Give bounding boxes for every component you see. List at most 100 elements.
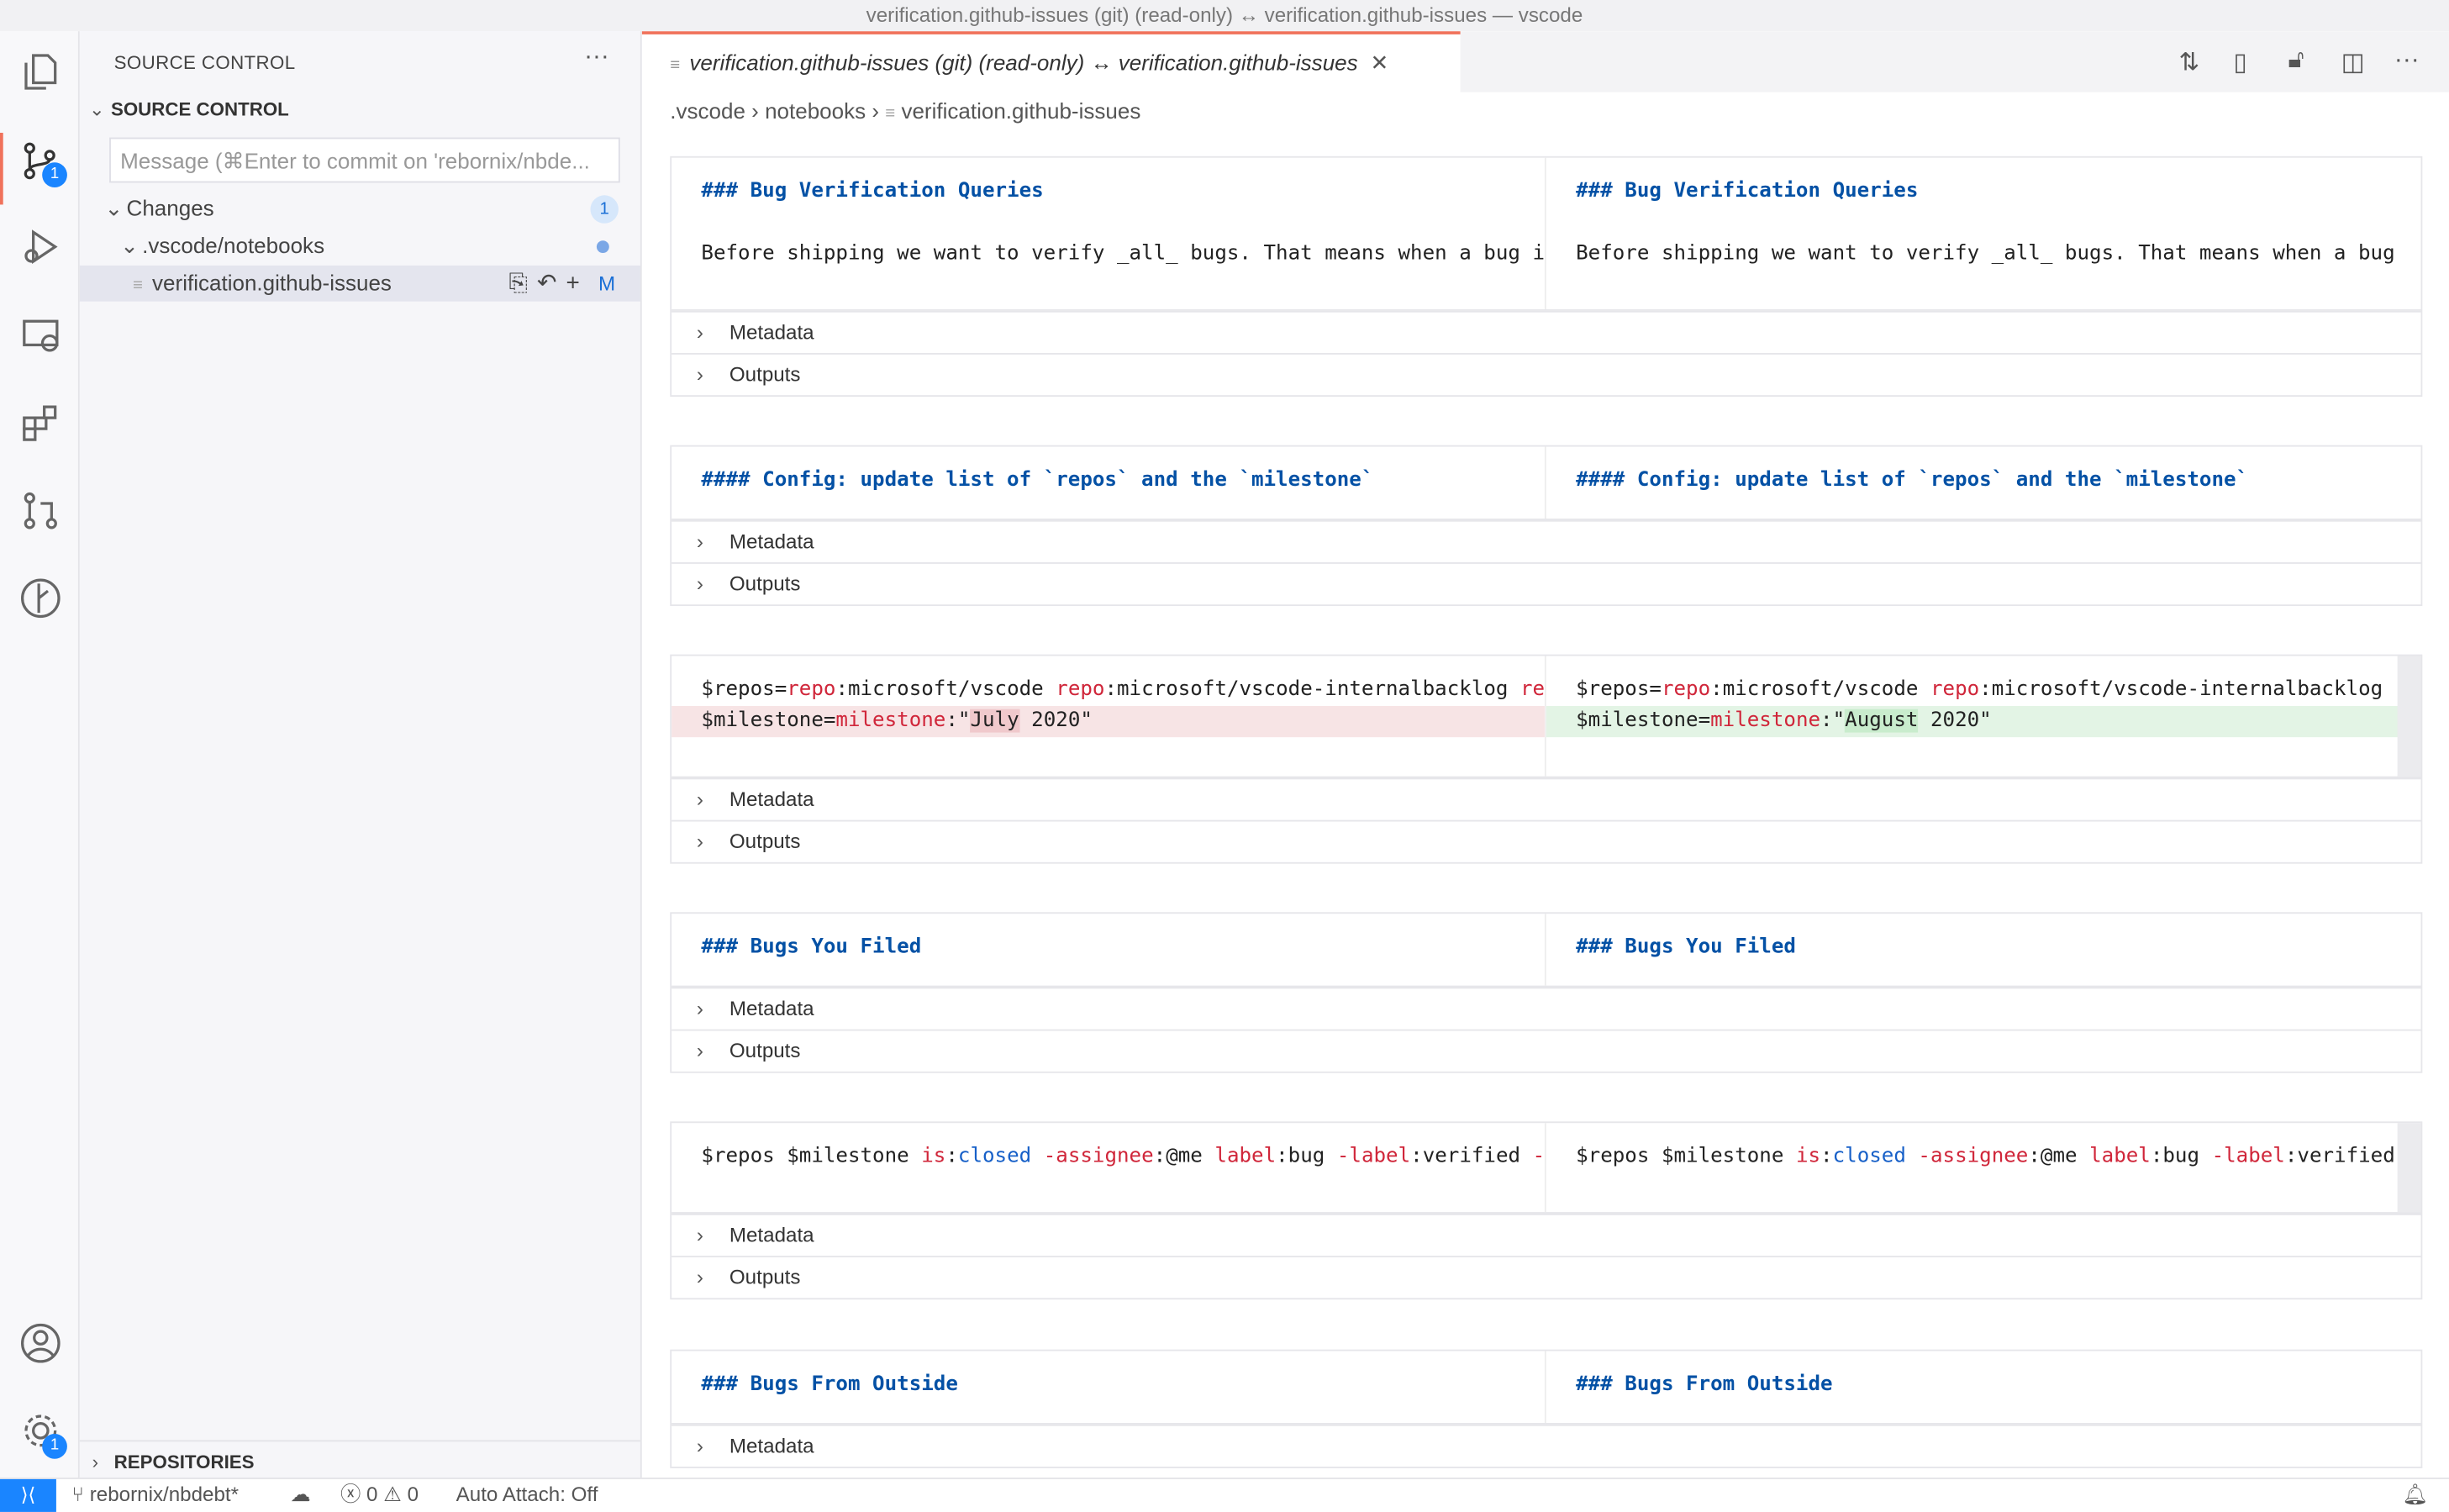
metadata-section[interactable]: › Metadata [672, 987, 2421, 1030]
auto-attach-item[interactable]: Auto Attach: Off [456, 1479, 598, 1510]
run-debug-icon[interactable] [16, 222, 66, 271]
branch-icon: ⑂ [71, 1482, 85, 1506]
diff-cell: ### Bugs From Outside ### Bugs From Outsi… [670, 1349, 2423, 1468]
code-token: milestone [1710, 709, 1821, 733]
code-token: ### Bugs You Filed [701, 935, 922, 960]
file-item[interactable]: ≡ verification.github-issues ⎘ ↶ + M [79, 265, 640, 302]
original-pane[interactable]: ### Bugs You Filed [672, 914, 1546, 986]
open-file-icon[interactable]: ⎘ [508, 266, 527, 302]
fold-label: Outputs [729, 362, 801, 387]
more-actions-icon[interactable]: ··· [2394, 47, 2420, 75]
scrollbar[interactable] [2397, 1123, 2421, 1213]
explorer-icon[interactable] [16, 47, 66, 97]
tab-diff[interactable]: ≡ verification.github-issues (git) (read-… [641, 31, 1461, 92]
original-pane[interactable]: ### Bugs From Outside [672, 1351, 1546, 1424]
open-file-icon[interactable]: ▯ [2234, 47, 2247, 78]
code-token: -assignee [1031, 1145, 1154, 1169]
fold-label: Outputs [729, 1038, 801, 1062]
discard-changes-icon[interactable]: ↶ [537, 266, 556, 302]
code-token: :microsoft/vscode [835, 677, 1056, 702]
diff-cell: ### Bug Verification Queries Before shipp… [670, 155, 2423, 398]
scrollbar[interactable] [2397, 656, 2421, 777]
editor: ≡ verification.github-issues (git) (read-… [641, 31, 2449, 1478]
remote-explorer-icon[interactable] [16, 311, 66, 361]
split-editor-icon[interactable]: ◫ [2341, 47, 2365, 78]
original-pane[interactable]: ### Bug Verification Queries Before shipp… [672, 157, 1546, 309]
source-control-badge: 1 [42, 162, 67, 188]
account-icon[interactable] [16, 1318, 66, 1367]
modified-pane[interactable]: ### Bug Verification Queries Before shipp… [1546, 158, 2401, 309]
outputs-section[interactable]: › Outputs [672, 1029, 2421, 1072]
changes-group[interactable]: ⌄ Changes 1 [80, 191, 640, 227]
repositories-section[interactable]: › REPOSITORIES [79, 1440, 640, 1478]
stage-changes-icon[interactable]: + [566, 266, 579, 302]
chevron-right-icon: › [696, 529, 703, 553]
close-icon[interactable]: ✕ [1371, 50, 1389, 75]
chevron-down-icon: ⌄ [88, 98, 105, 121]
modified-pane[interactable]: $repos=repo:microsoft/vscode repo:micros… [1546, 656, 2401, 777]
section-header[interactable]: ⌄ SOURCE CONTROL [89, 98, 289, 120]
code-line: Before shipping we want to verify _all_ … [1546, 239, 2401, 270]
chevron-down-icon: ⌄ [104, 195, 124, 221]
breadcrumb-item[interactable]: .vscode [670, 98, 745, 124]
original-pane[interactable]: $repos $milestone is:closed -assignee:@m… [672, 1123, 1546, 1213]
code-token: milestone [835, 709, 946, 733]
outputs-section[interactable]: › Outputs [672, 819, 2421, 862]
metadata-section[interactable]: › Metadata [672, 777, 2421, 819]
more-actions-icon[interactable]: ··· [584, 44, 609, 71]
code-line: ### Bugs From Outside [1546, 1370, 2401, 1401]
code-token: : [1820, 1145, 1833, 1169]
code-token: rep [1520, 677, 1546, 702]
gear-icon[interactable]: 1 [16, 1406, 67, 1459]
chevron-right-icon: › [696, 996, 703, 1020]
breadcrumb-item[interactable]: notebooks [765, 98, 866, 124]
code-token: is [1795, 1145, 1821, 1169]
chevron-right-icon: › [872, 98, 880, 124]
branch-item[interactable]: ⑂ rebornix/nbdebt* [71, 1479, 239, 1510]
outputs-section[interactable]: › Outputs [672, 1256, 2421, 1298]
code-token: $repos $milestone [701, 1145, 922, 1169]
metadata-section[interactable]: › Metadata [672, 519, 2421, 562]
code-line: $repos=repo:microsoft/vscode repo:micros… [1546, 675, 2400, 706]
breadcrumb-item[interactable]: verification.github-issues [901, 98, 1140, 124]
diff-cell: $repos=repo:microsoft/vscode repo:micros… [670, 654, 2423, 864]
modified-pane[interactable]: #### Config: update list of `repos` and … [1546, 447, 2401, 519]
code-token: closed [1832, 1145, 1906, 1169]
modified-pane[interactable]: ### Bugs From Outside [1546, 1351, 2401, 1423]
outputs-section[interactable]: › Outputs [672, 562, 2421, 604]
extensions-icon[interactable] [16, 398, 66, 448]
code-token: :verified [1410, 1145, 1533, 1169]
commit-message-input[interactable]: Message (⌘Enter to commit on 'rebornix/n… [109, 137, 620, 183]
problems-item[interactable]: ⓧ 0 ⚠︎ 0 [340, 1479, 419, 1510]
fold-label: Metadata [729, 529, 814, 553]
sidebar-title: SOURCE CONTROL [113, 51, 296, 74]
modified-dot [596, 240, 609, 254]
metadata-section[interactable]: › Metadata [672, 1213, 2421, 1256]
original-pane[interactable]: $repos=repo:microsoft/vscode repo:micros… [672, 656, 1546, 777]
remote-button[interactable]: ⟩⟨ [0, 1478, 56, 1512]
error-icon: ⓧ [340, 1482, 361, 1506]
chevron-right-icon: › [92, 1451, 99, 1473]
modified-pane[interactable]: ### Bugs You Filed [1546, 914, 2401, 985]
compare-changes-icon[interactable]: ⇅ [2178, 47, 2199, 78]
warning-count: 0 [407, 1482, 419, 1506]
unlock-icon[interactable]: 🔓︎ [2288, 47, 2304, 75]
code-token: $repos $milestone [1576, 1145, 1796, 1169]
git-graph-icon[interactable] [16, 573, 66, 623]
metadata-section[interactable]: › Metadata [672, 1424, 2421, 1467]
file-icon: ≡ [132, 276, 143, 296]
original-pane[interactable]: #### Config: update list of `repos` and … [672, 446, 1546, 519]
code-token: :bug [2150, 1145, 2212, 1169]
metadata-section[interactable]: › Metadata [672, 310, 2421, 353]
modified-pane[interactable]: $repos $milestone is:closed -assignee:@m… [1546, 1123, 2401, 1212]
source-control-icon[interactable]: 1 [16, 136, 67, 188]
pull-requests-icon[interactable] [16, 486, 66, 535]
outputs-section[interactable]: › Outputs [672, 352, 2421, 395]
sync-icon[interactable]: ☁ [291, 1479, 311, 1510]
chevron-right-icon: › [696, 1223, 703, 1247]
folder-item[interactable]: ⌄ .vscode/notebooks [80, 228, 640, 264]
code-token: repo [1930, 677, 1980, 702]
code-token: :@me [1153, 1145, 1215, 1169]
notifications-icon[interactable]: 🔔︎ [2402, 1479, 2428, 1510]
cell-source: $repos=repo:microsoft/vscode repo:micros… [672, 656, 2421, 778]
